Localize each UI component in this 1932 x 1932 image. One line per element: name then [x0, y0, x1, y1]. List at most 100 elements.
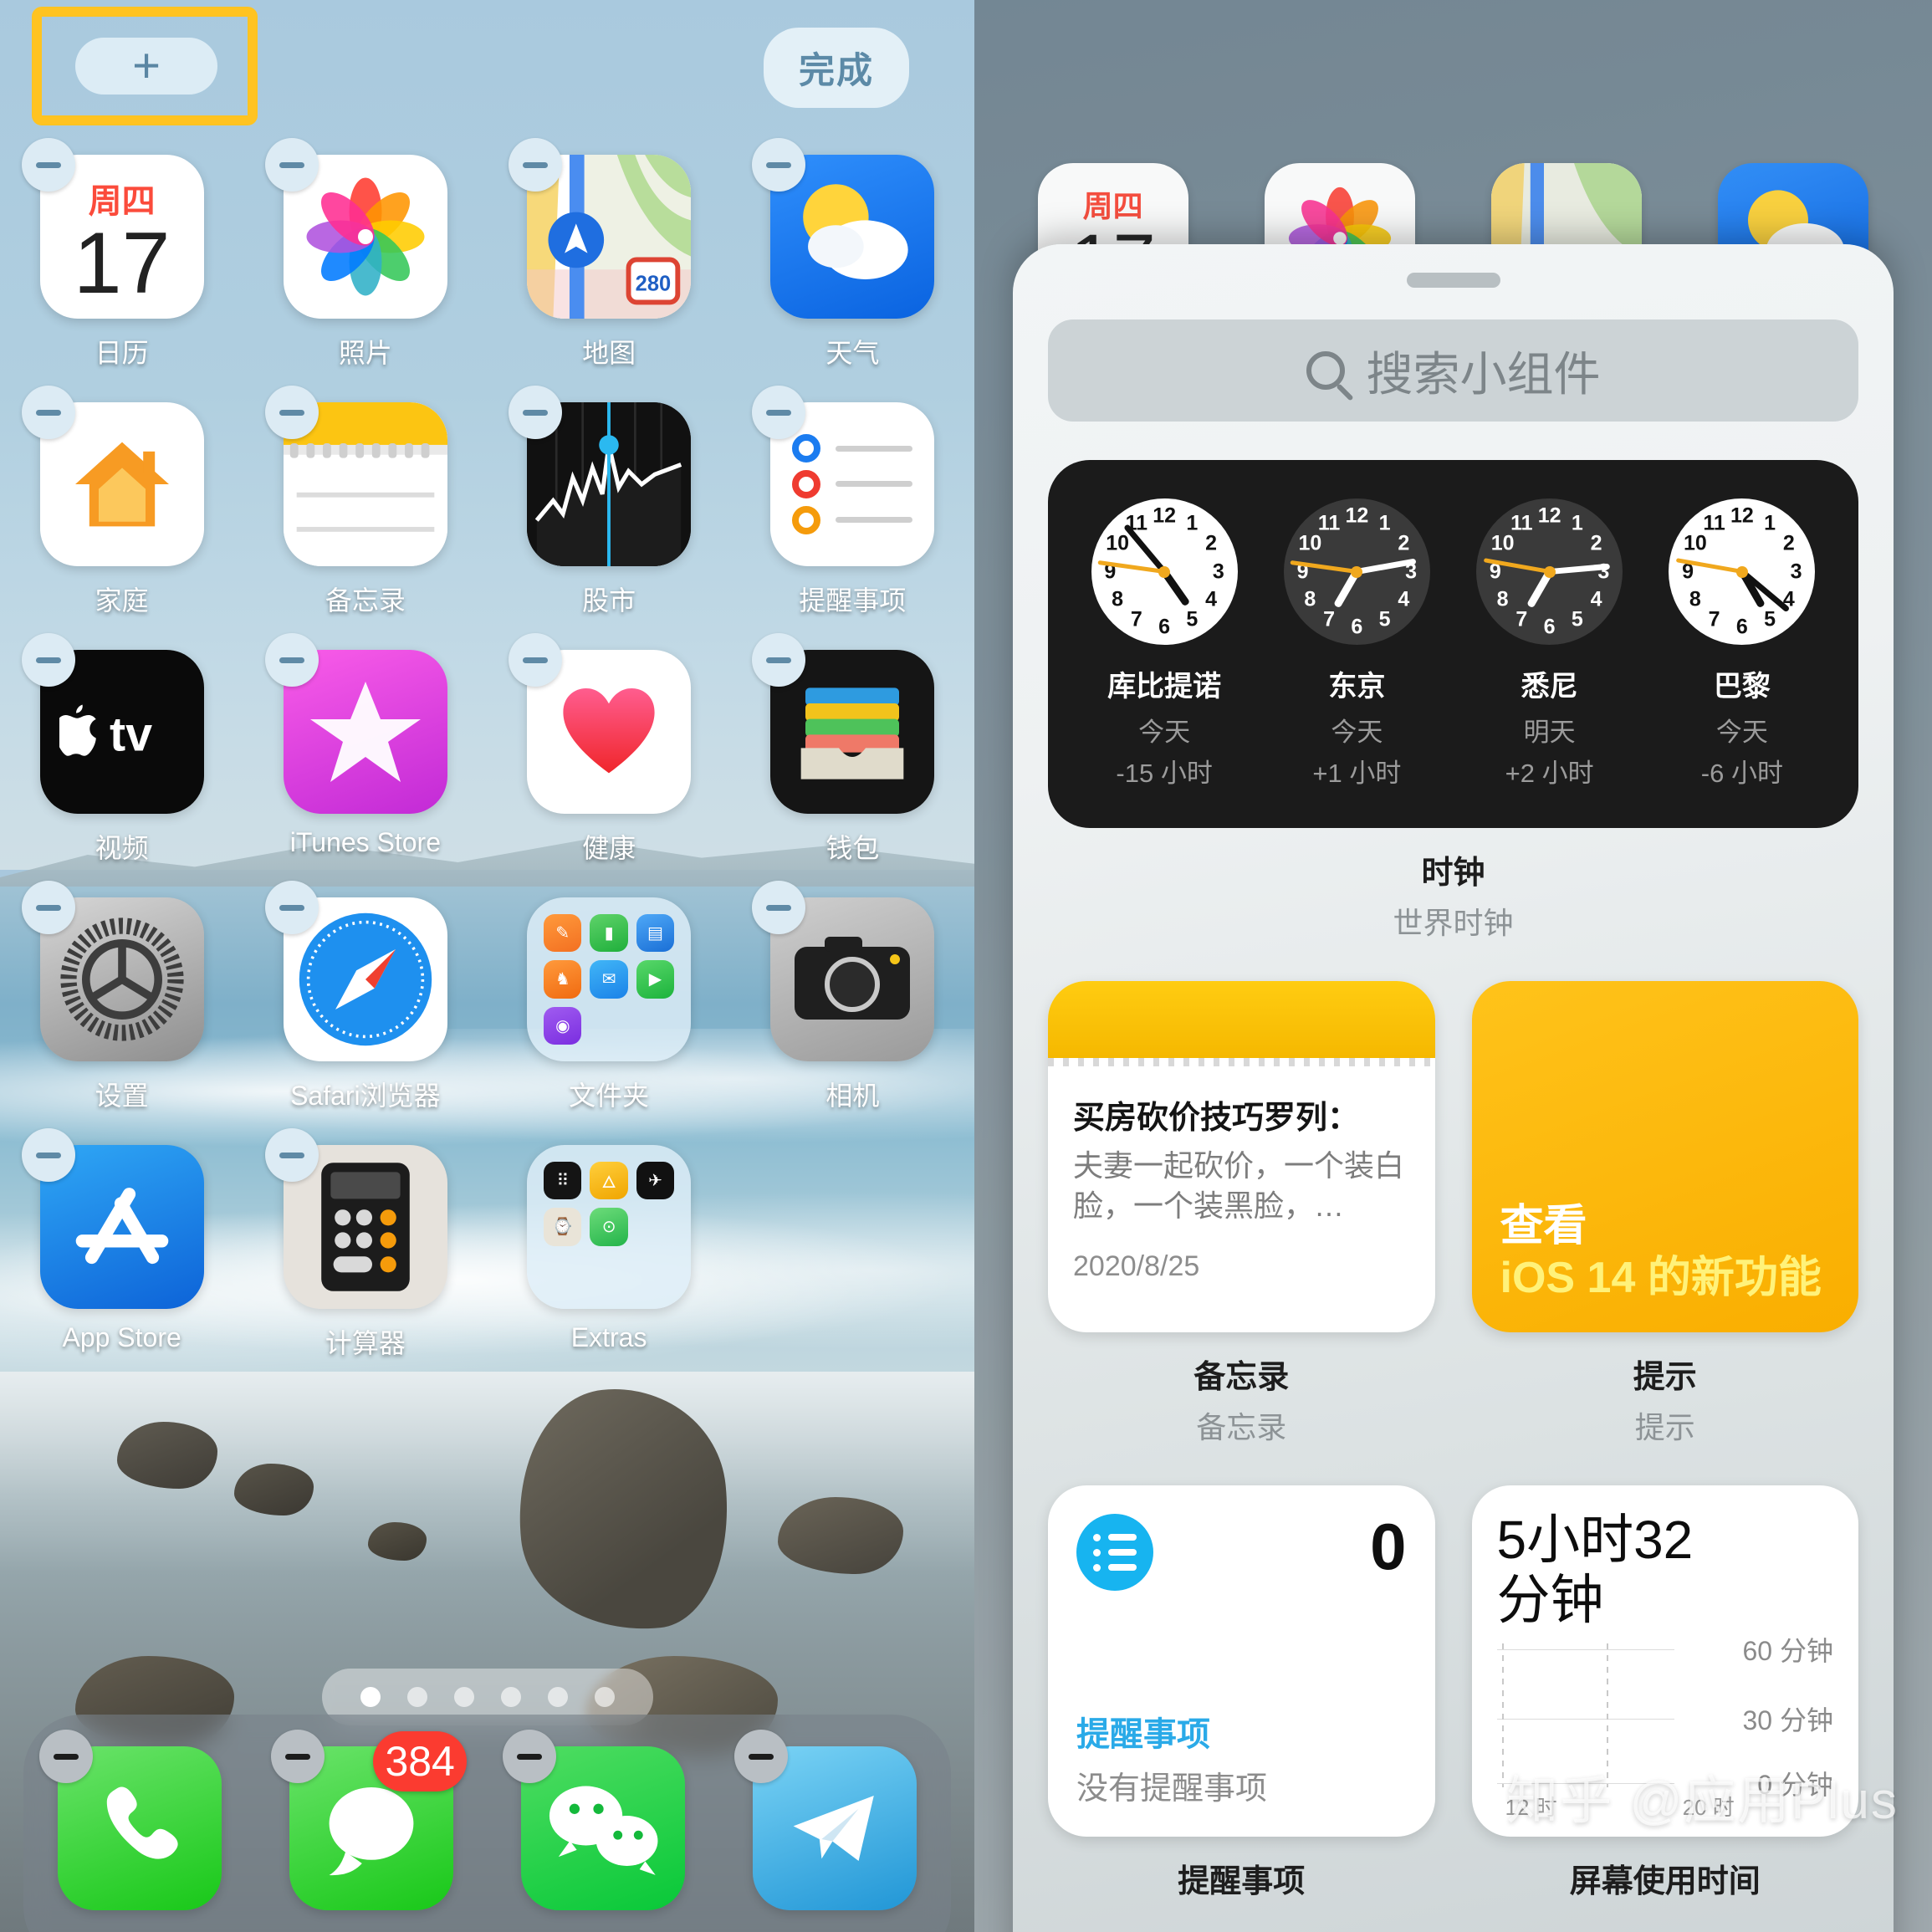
home-screen-panel: + 完成 周四 17 日历 照片 280 地图 天气 家庭 备忘录 股市 提醒事…: [0, 0, 974, 1932]
dock-icon-telegram[interactable]: [734, 1730, 917, 1910]
svg-text:tv: tv: [110, 708, 152, 762]
clock-tokyo: 12 1 23 45 67 89 10 11 东京 今天 +1 小时: [1265, 498, 1449, 790]
app-icon-stocks[interactable]: 股市: [488, 386, 731, 618]
clock-city: 东京: [1328, 671, 1386, 703]
app-icon-folder[interactable]: ✎ ▮ ▤ ♞ ✉ ▶ ◉ 文件夹: [488, 897, 731, 1113]
remove-badge[interactable]: [509, 386, 563, 439]
remove-badge[interactable]: [509, 633, 563, 687]
sheet-grabber[interactable]: [1406, 273, 1500, 288]
widget-title: 提示: [1633, 1360, 1697, 1395]
done-button[interactable]: 完成: [764, 28, 909, 108]
note-date: 2020/8/25: [1073, 1250, 1200, 1283]
app-icon-settings[interactable]: 设置: [0, 881, 243, 1113]
badge-count: 384: [373, 1731, 467, 1791]
clock-cupertino: 12 1 23 45 67 89 10 11 库比提诺 今天 -15 小时: [1072, 498, 1257, 790]
widget-row-reminders-screentime: 0 提醒事项 没有提醒事项 提醒事项 5小时32 分钟 60 分钟 30 分钟 …: [1048, 1485, 1858, 1901]
page-dot[interactable]: [406, 1687, 427, 1707]
app-icon-health[interactable]: 健康: [488, 633, 731, 866]
tips-line-1: 查看: [1500, 1202, 1587, 1251]
remove-badge[interactable]: [21, 881, 75, 934]
remove-badge[interactable]: [264, 881, 319, 934]
remove-badge[interactable]: [21, 138, 75, 192]
clock-day: 今天: [1138, 718, 1191, 747]
widget-row-notes-tips: 买房砍价技巧罗列： 夫妻一起砍价，一个装白脸，一个装黑脸，… 2020/8/25…: [1048, 981, 1858, 1447]
remove-badge[interactable]: [38, 1730, 93, 1783]
app-icon-calculator[interactable]: 计算器: [243, 1128, 487, 1361]
remove-badge[interactable]: [503, 1730, 557, 1783]
watermark: 知乎 @应用Plus: [1506, 1772, 1899, 1830]
clock-city: 悉尼: [1521, 671, 1578, 703]
remove-badge[interactable]: [752, 138, 806, 192]
app-icon-camera[interactable]: 相机: [731, 881, 974, 1113]
remove-badge[interactable]: [21, 386, 75, 439]
app-icon-wallet[interactable]: 钱包: [731, 633, 974, 866]
remove-badge[interactable]: [752, 386, 806, 439]
widget-preview-reminders[interactable]: 0 提醒事项 没有提醒事项: [1048, 1485, 1435, 1837]
app-label: 地图: [582, 338, 636, 368]
widget-subtitle: 世界时钟: [1393, 906, 1514, 940]
app-label: 计算器: [325, 1328, 406, 1358]
clock-offset: +1 小时: [1312, 759, 1402, 788]
dock-icon-wechat[interactable]: [503, 1730, 686, 1910]
page-dot[interactable]: [360, 1687, 381, 1707]
notes-header-strip: [1048, 981, 1435, 1058]
app-label: 相机: [825, 1081, 880, 1111]
page-dot[interactable]: [547, 1687, 568, 1707]
app-label: iTunes Store: [289, 827, 441, 857]
clock-dial: 12 1 23 45 67 89 10 11: [1476, 498, 1623, 645]
y-tick: 30 分钟: [1742, 1705, 1834, 1735]
remove-badge[interactable]: [21, 1128, 75, 1182]
clock-dial: 12 1 23 45 67 89 10 11: [1091, 498, 1238, 645]
app-icon-notes[interactable]: 备忘录: [243, 386, 487, 618]
widget-gallery-panel: 周四 17: [974, 0, 1932, 1932]
widget-preview-tips[interactable]: 查看 iOS 14 的新功能: [1471, 981, 1858, 1332]
widget-preview-notes[interactable]: 买房砍价技巧罗列： 夫妻一起砍价，一个装白脸，一个装黑脸，… 2020/8/25: [1048, 981, 1435, 1332]
app-icon-app-store[interactable]: App Store: [0, 1128, 243, 1361]
app-icon-home-app[interactable]: 家庭: [0, 386, 243, 618]
search-widgets-input[interactable]: 搜索小组件: [1048, 319, 1858, 422]
app-label: 天气: [825, 338, 880, 368]
widget-cell-notes: 买房砍价技巧罗列： 夫妻一起砍价，一个装白脸，一个装黑脸，… 2020/8/25…: [1048, 981, 1435, 1447]
page-dot[interactable]: [500, 1687, 521, 1707]
widget-preview-world-clock[interactable]: 12 1 23 45 67 89 10 11 库比提诺 今天 -15 小时 12…: [1048, 460, 1858, 828]
app-icon-calendar[interactable]: 周四 17 日历: [0, 138, 243, 371]
remove-badge[interactable]: [270, 1730, 325, 1783]
reminders-empty-text: 没有提醒事项: [1076, 1771, 1268, 1807]
widget-label-reminders: 提醒事项: [1048, 1855, 1435, 1901]
app-icon-reminders[interactable]: 提醒事项: [731, 386, 974, 618]
remove-badge[interactable]: [264, 633, 319, 687]
app-icon-itunes-store[interactable]: iTunes Store: [243, 633, 487, 866]
page-dot[interactable]: [453, 1687, 474, 1707]
notes-perforation: [1048, 1058, 1435, 1066]
add-widget-button[interactable]: +: [75, 38, 217, 95]
widget-title: 提醒事项: [1178, 1864, 1306, 1899]
note-heading: 买房砍价技巧罗列：: [1073, 1101, 1360, 1136]
remove-badge[interactable]: [734, 1730, 789, 1783]
app-icon-photos[interactable]: 照片: [243, 138, 487, 371]
page-dot[interactable]: [594, 1687, 615, 1707]
app-label: 文件夹: [569, 1081, 650, 1111]
remove-badge[interactable]: [264, 386, 319, 439]
remove-badge[interactable]: [752, 633, 806, 687]
app-icon-tv[interactable]: tv 视频: [0, 633, 243, 866]
clock-offset: +2 小时: [1505, 759, 1594, 788]
search-placeholder: 搜索小组件: [1366, 347, 1601, 401]
dock-icon-messages[interactable]: 384: [270, 1730, 467, 1910]
home-edit-toolbar: + 完成: [0, 0, 974, 142]
widget-cell-screentime: 5小时32 分钟 60 分钟 30 分钟 0 分钟 12 时 20 时 屏幕使用…: [1471, 1485, 1858, 1901]
remove-badge[interactable]: [21, 633, 75, 687]
clock-city: 巴黎: [1713, 671, 1771, 703]
widget-title: 屏幕使用时间: [1569, 1864, 1761, 1899]
app-icon-extras[interactable]: ⠿ 🜂 ✈ ⌚ ⊙ Extras: [488, 1145, 731, 1361]
dock-icon-phone[interactable]: [38, 1730, 222, 1910]
app-icon-weather[interactable]: 天气: [731, 138, 974, 371]
remove-badge[interactable]: [509, 138, 563, 192]
widget-label-notes: 备忘录 备忘录: [1048, 1351, 1435, 1447]
remove-badge[interactable]: [264, 138, 319, 192]
remove-badge[interactable]: [752, 881, 806, 934]
app-icon-maps[interactable]: 280 地图: [488, 138, 731, 371]
note-body: 夫妻一起砍价，一个装白脸，一个装黑脸，…: [1073, 1148, 1405, 1223]
app-label: 健康: [582, 833, 636, 863]
remove-badge[interactable]: [264, 1128, 319, 1182]
app-icon-safari[interactable]: Safari浏览器: [243, 881, 487, 1113]
